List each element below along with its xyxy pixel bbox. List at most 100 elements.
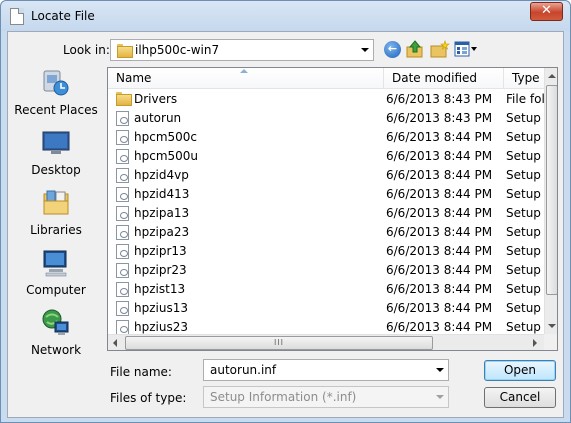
file-name: hpzipa13 — [134, 206, 190, 220]
file-row[interactable]: hpzist13 6/6/2013 8:44 PM Setup I — [108, 280, 544, 299]
file-date-modified: 6/6/2013 8:43 PM — [386, 92, 493, 106]
file-name: hpcm500u — [134, 149, 199, 163]
desktop-icon — [42, 131, 70, 154]
file-list-header: Name Date modified Type — [108, 68, 544, 89]
file-name: hpzius23 — [134, 320, 188, 334]
file-date-modified: 6/6/2013 8:44 PM — [386, 206, 493, 220]
place-network[interactable]: Network — [8, 308, 104, 364]
setup-file-icon — [116, 263, 130, 278]
scroll-thumb-horizontal[interactable]: III — [125, 336, 433, 350]
setup-file-icon — [116, 225, 130, 240]
setup-file-icon — [116, 244, 130, 259]
file-type: Setup I — [506, 187, 544, 201]
file-type: Setup I — [506, 301, 544, 315]
place-libraries[interactable]: Libraries — [8, 188, 104, 244]
file-row[interactable]: hpzipa13 6/6/2013 8:44 PM Setup I — [108, 204, 544, 223]
file-type: Setup I — [506, 225, 544, 239]
recent-places-icon — [43, 70, 69, 96]
scroll-up-button[interactable] — [545, 68, 557, 84]
file-row[interactable]: hpzius13 6/6/2013 8:44 PM Setup I — [108, 299, 544, 318]
chevron-down-icon[interactable] — [361, 48, 369, 52]
place-label: Network — [30, 343, 82, 357]
file-row[interactable]: hpzid4vp 6/6/2013 8:44 PM Setup I — [108, 166, 544, 185]
file-type: Setup I — [506, 320, 544, 334]
open-button[interactable]: Open — [484, 360, 556, 381]
up-folder-icon[interactable] — [406, 40, 424, 58]
file-type: Setup I — [506, 244, 544, 258]
scroll-right-button[interactable] — [528, 335, 544, 350]
dialog-client-area: Look in: ilhp500c-win7 ← Recent Places D… — [7, 31, 564, 418]
scroll-left-button[interactable] — [108, 335, 124, 350]
computer-icon — [43, 250, 67, 277]
locate-file-dialog: Locate File ✕ Look in: ilhp500c-win7 ← R… — [0, 0, 571, 423]
folder-icon — [116, 92, 132, 107]
vertical-scrollbar[interactable] — [544, 68, 557, 334]
file-row[interactable]: hpzipr23 6/6/2013 8:44 PM Setup I — [108, 261, 544, 280]
file-name: hpzius13 — [134, 301, 188, 315]
look-in-value: ilhp500c-win7 — [135, 43, 220, 57]
file-type: Setup I — [506, 149, 544, 163]
chevron-down-icon[interactable] — [436, 368, 444, 372]
place-desktop[interactable]: Desktop — [8, 128, 104, 184]
file-name-label: File name: — [110, 365, 172, 379]
place-recent-places[interactable]: Recent Places — [8, 68, 104, 124]
file-date-modified: 6/6/2013 8:44 PM — [386, 263, 493, 277]
file-list[interactable]: Name Date modified Type Drivers 6/6/2013 … — [107, 67, 558, 351]
setup-file-icon — [116, 168, 130, 183]
file-row[interactable]: autorun 6/6/2013 8:43 PM Setup I — [108, 109, 544, 128]
column-header-date-modified[interactable]: Date modified — [384, 68, 504, 89]
place-computer[interactable]: Computer — [8, 248, 104, 304]
file-date-modified: 6/6/2013 8:44 PM — [386, 130, 493, 144]
setup-file-icon — [116, 206, 130, 221]
file-row[interactable]: hpzipr13 6/6/2013 8:44 PM Setup I — [108, 242, 544, 261]
cancel-button[interactable]: Cancel — [484, 387, 556, 408]
file-date-modified: 6/6/2013 8:44 PM — [386, 149, 493, 163]
folder-icon — [117, 44, 133, 58]
file-row[interactable]: hpzid413 6/6/2013 8:44 PM Setup I — [108, 185, 544, 204]
file-row[interactable]: hpzipa23 6/6/2013 8:44 PM Setup I — [108, 223, 544, 242]
arrow-up-icon — [548, 74, 556, 78]
place-label: Computer — [26, 283, 86, 297]
file-type-select[interactable]: Setup Information (*.inf) — [203, 386, 449, 408]
scroll-down-button[interactable] — [545, 318, 557, 334]
scroll-thumb[interactable] — [546, 85, 557, 295]
file-date-modified: 6/6/2013 8:44 PM — [386, 282, 493, 296]
back-icon[interactable]: ← — [384, 41, 401, 58]
scrollbar-corner — [544, 334, 557, 350]
file-row[interactable]: hpcm500c 6/6/2013 8:44 PM Setup I — [108, 128, 544, 147]
setup-file-icon — [116, 187, 130, 202]
setup-file-icon — [116, 149, 130, 164]
file-name: hpcm500c — [134, 130, 198, 144]
scroll-grip-icon: III — [273, 338, 285, 347]
libraries-icon — [43, 190, 69, 215]
folder-row[interactable]: Drivers 6/6/2013 8:43 PM File fol — [108, 90, 544, 109]
window-title: Locate File — [31, 9, 95, 23]
file-row[interactable]: hpcm500u 6/6/2013 8:44 PM Setup I — [108, 147, 544, 166]
look-in-combo[interactable]: ilhp500c-win7 — [110, 39, 374, 61]
chevron-down-icon[interactable] — [436, 395, 444, 399]
network-icon — [42, 309, 69, 335]
file-date-modified: 6/6/2013 8:44 PM — [386, 301, 493, 315]
new-folder-icon[interactable] — [430, 40, 450, 58]
title-bar[interactable]: Locate File ✕ — [1, 1, 570, 31]
close-button[interactable]: ✕ — [530, 2, 563, 21]
file-date-modified: 6/6/2013 8:44 PM — [386, 168, 493, 182]
file-name: hpzid4vp — [134, 168, 189, 182]
file-name: hpzipr13 — [134, 244, 187, 258]
file-date-modified: 6/6/2013 8:43 PM — [386, 111, 493, 125]
file-name-value: autorun.inf — [210, 363, 277, 377]
setup-file-icon — [116, 320, 130, 335]
place-label: Recent Places — [14, 103, 98, 117]
file-name-input[interactable]: autorun.inf — [203, 359, 449, 381]
arrow-right-icon — [533, 339, 537, 347]
arrow-down-icon — [548, 324, 556, 328]
setup-file-icon — [116, 301, 130, 316]
views-menu-icon[interactable] — [454, 41, 478, 57]
setup-file-icon — [116, 130, 130, 145]
column-header-type[interactable]: Type — [504, 68, 544, 89]
horizontal-scrollbar[interactable]: III — [108, 334, 544, 350]
column-header-name[interactable]: Name — [108, 68, 384, 89]
file-type: Setup I — [506, 111, 544, 125]
file-type-value: Setup Information (*.inf) — [210, 390, 357, 404]
file-name: hpzid413 — [134, 187, 190, 201]
